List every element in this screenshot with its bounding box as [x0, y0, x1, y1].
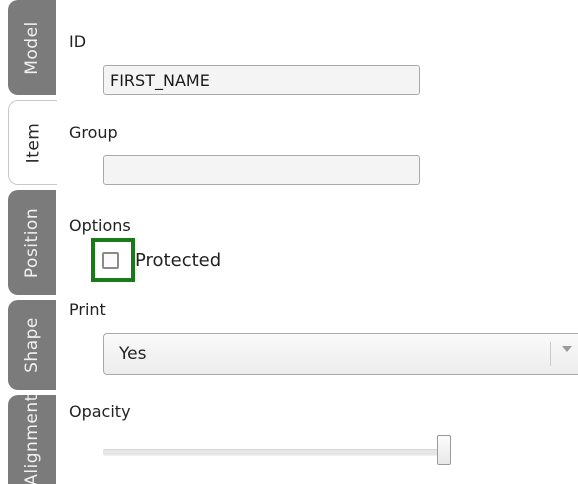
tab-position-label: Position [22, 207, 43, 278]
select-separator [550, 342, 551, 366]
id-field[interactable] [103, 65, 420, 95]
tab-alignment[interactable]: Alignment [8, 395, 56, 484]
tab-shape-label: Shape [22, 317, 43, 373]
group-label: Group [69, 123, 118, 142]
tab-position[interactable]: Position [8, 190, 56, 295]
print-label: Print [69, 300, 106, 319]
options-label: Options [69, 216, 131, 235]
properties-window: Model Item Position Shape Alignment ID G… [0, 0, 578, 484]
protected-checkbox-label[interactable]: Protected [135, 250, 221, 271]
protected-checkbox[interactable] [102, 252, 119, 269]
opacity-slider-track[interactable] [103, 449, 451, 456]
item-properties-panel: ID Group Options Protected Print Yes Opa… [56, 0, 578, 484]
chevron-down-icon[interactable] [562, 346, 572, 352]
opacity-label: Opacity [69, 402, 131, 421]
tab-model[interactable]: Model [8, 0, 56, 95]
tab-item[interactable]: Item [8, 100, 57, 185]
id-label: ID [69, 32, 87, 51]
print-select-value: Yes [119, 344, 147, 364]
group-field[interactable] [103, 155, 420, 185]
tab-shape[interactable]: Shape [8, 300, 56, 390]
tab-model-label: Model [22, 20, 43, 75]
vertical-tab-strip: Model Item Position Shape Alignment [0, 0, 57, 484]
tab-alignment-label: Alignment [22, 395, 43, 484]
tab-item-label: Item [22, 122, 43, 163]
print-select[interactable]: Yes [103, 333, 578, 375]
opacity-slider-thumb[interactable] [437, 435, 451, 465]
